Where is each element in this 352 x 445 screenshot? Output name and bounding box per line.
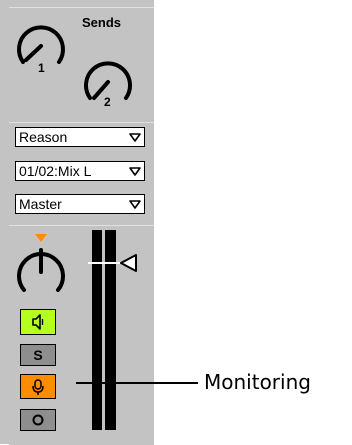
monitor-icon — [32, 379, 44, 395]
input-type-value: Reason — [19, 129, 68, 145]
pan-indicator-icon — [35, 234, 47, 242]
record-icon — [32, 414, 44, 426]
record-arm-button[interactable] — [20, 409, 56, 431]
input-channel-value: 01/02:Mix L — [19, 163, 92, 179]
input-channel-dropdown[interactable]: 01/02:Mix L — [15, 161, 145, 181]
output-type-dropdown[interactable]: Master — [15, 194, 145, 214]
solo-button[interactable]: S — [20, 344, 56, 366]
volume-fader-handle-icon[interactable] — [118, 253, 138, 273]
send-2-knob[interactable]: 2 — [80, 48, 142, 110]
solo-label: S — [33, 347, 43, 363]
sends-label: Sends — [82, 15, 122, 30]
callout-line — [76, 382, 198, 384]
track-activator-button[interactable] — [20, 309, 56, 335]
chevron-down-icon — [129, 167, 141, 176]
send-2-number: 2 — [104, 95, 111, 109]
input-type-dropdown[interactable]: Reason — [15, 127, 145, 147]
monitor-button[interactable] — [20, 374, 56, 399]
chevron-down-icon — [129, 200, 141, 209]
output-type-value: Master — [19, 196, 62, 212]
volume-fader-line — [88, 262, 120, 264]
monitoring-callout-label: Monitoring — [204, 370, 311, 394]
pan-knob[interactable] — [14, 232, 72, 300]
send-1-number: 1 — [38, 61, 45, 74]
meter-divider — [102, 230, 105, 430]
chevron-down-icon — [129, 133, 141, 142]
speaker-icon — [32, 314, 44, 330]
send-1-knob[interactable]: 1 — [14, 12, 74, 74]
